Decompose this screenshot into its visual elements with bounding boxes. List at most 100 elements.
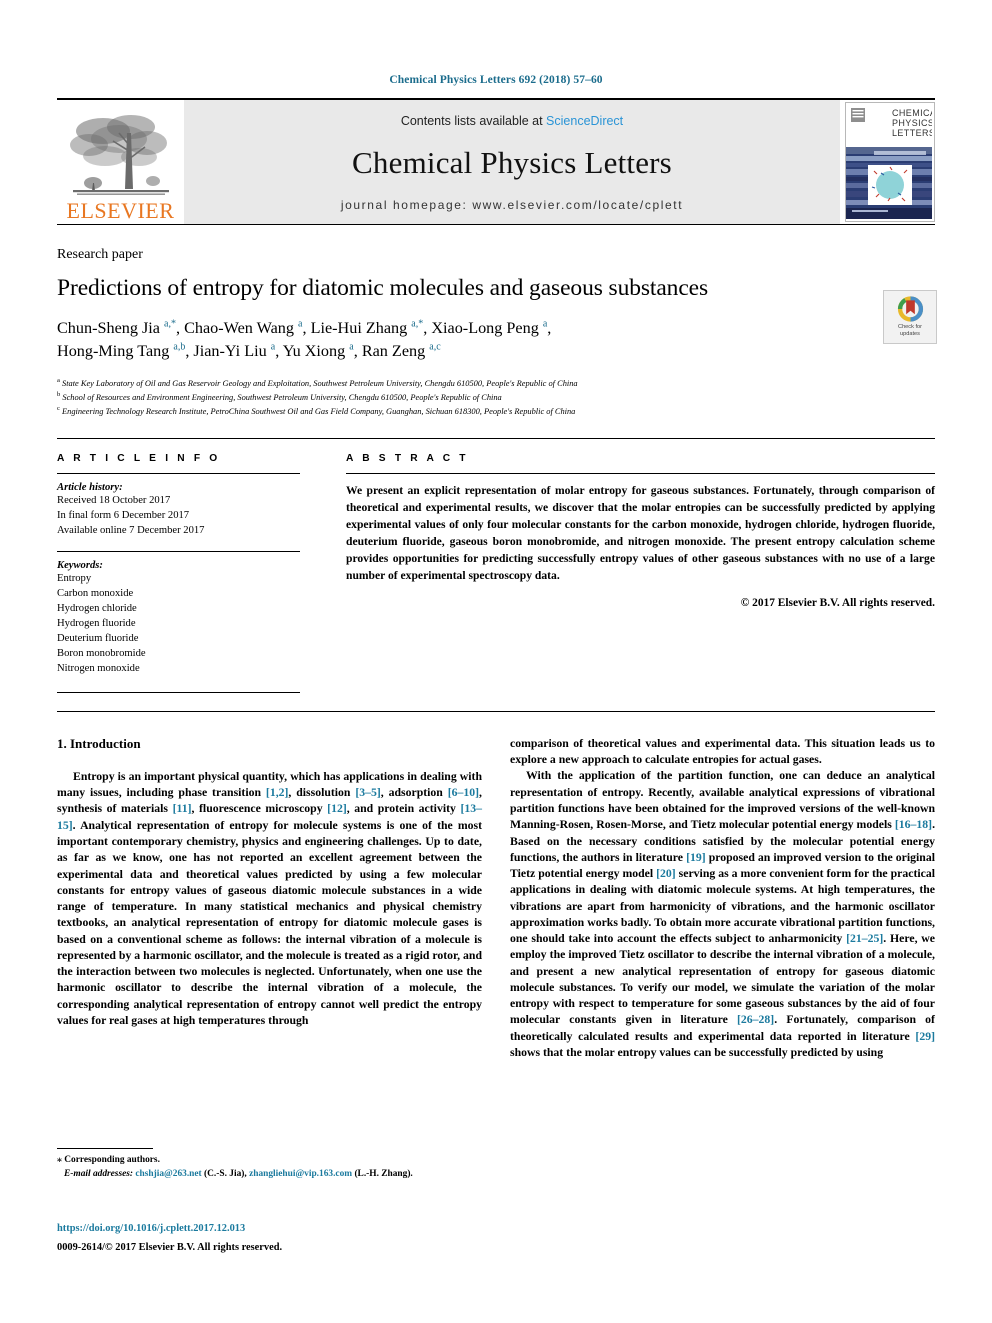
crossmark-label: Check for updates [898,324,922,338]
intro-paragraph-right-2: With the application of the partition fu… [510,769,935,1059]
author-affil-mark: a [349,341,354,353]
contents-available-line: Contents lists available at ScienceDirec… [401,114,623,128]
citation-link[interactable]: [12] [327,802,347,815]
article-info-heading: A R T I C L E I N F O [57,452,221,464]
author-affil-mark: a [270,341,276,353]
affiliation-mark-b: b [57,391,61,398]
author-affil-mark: a,* [411,318,424,330]
article-head-section: Research paper Predictions of entropy fo… [57,224,937,1061]
elsevier-wordmark: ELSEVIER [66,198,175,223]
journal-masthead: ELSEVIER Contents lists available at Sci… [57,98,935,224]
footnote-block: ⁎ Corresponding authors. E-mail addresse… [57,1148,492,1181]
crossmark-box[interactable]: Check for updates [883,290,937,344]
email-label: E-mail addresses: [64,1168,134,1179]
running-head: Chemical Physics Letters 692 (2018) 57–6… [389,74,603,86]
journal-cover-container: CHEMICAL PHYSICS LETTERS [840,100,935,224]
elsevier-tree-icon [69,115,169,195]
journal-cover-thumbnail: CHEMICAL PHYSICS LETTERS [845,102,935,222]
author-line-1: Chun-Sheng Jia a,*, Chao-Wen Wang a, Lie… [57,318,552,338]
journal-article-page: Chemical Physics Letters 692 (2018) 57–6… [0,0,992,1323]
author-affil-mark: a [542,318,548,330]
citation-link[interactable]: [11] [173,802,192,815]
affiliation-list: a State Key Laboratory of Oil and Gas Re… [57,376,869,417]
abstract-text: We present an explicit representation of… [346,483,935,582]
crossmark-label-line1: Check for [898,324,922,331]
affiliation-b: b School of Resources and Environment En… [57,390,869,404]
abstract-rule [346,472,935,474]
journal-title: Chemical Physics Letters [352,145,672,180]
keyword-item: Boron monobromide [57,647,146,659]
author-affil-mark: a [298,318,303,330]
keywords-label: Keywords: [57,559,103,571]
svg-text:LETTERS: LETTERS [892,128,932,138]
citation-link[interactable]: [1,2] [266,786,289,799]
affiliation-b-text: School of Resources and Environment Engi… [62,392,502,402]
keyword-item: Hydrogen fluoride [57,617,136,629]
journal-homepage-link[interactable]: journal homepage: www.elsevier.com/locat… [341,198,683,212]
keyword-item: Nitrogen monoxide [57,662,140,674]
corresponding-author-note: ⁎ Corresponding authors. [57,1155,160,1165]
article-history-label: Article history: [57,481,123,493]
email-link-1[interactable]: chshjia@263.net [135,1169,201,1179]
history-received: Received 18 October 2017 [57,494,171,506]
crossmark-label-line2: updates [900,331,920,337]
doi-block: https://doi.org/10.1016/j.cplett.2017.12… [57,1222,497,1255]
abstract-heading: A B S T R A C T [346,452,469,464]
contents-prefix-text: Contents lists available at [400,114,547,128]
author-affil-mark: a,b [173,341,186,353]
page-title: Predictions of entropy for diatomic mole… [57,275,709,301]
intro-paragraph-left: Entropy is an important physical quantit… [57,769,482,1027]
title-column: Predictions of entropy for diatomic mole… [57,274,883,418]
citation-link[interactable]: [13–15] [57,802,482,831]
crossmark-icon [897,296,923,322]
masthead-center-panel: Contents lists available at ScienceDirec… [184,100,840,224]
keyword-item: Carbon monoxide [57,587,134,599]
sciencedirect-link[interactable]: ScienceDirect [546,114,623,128]
citation-link[interactable]: [21–25] [846,932,883,945]
body-right-column: comparison of theoretical values and exp… [510,736,935,1061]
citation-link[interactable]: [6–10] [448,786,479,799]
email-addresses-note: E-mail addresses: chshjia@263.net (C.-S.… [64,1168,413,1179]
citation-link[interactable]: [29] [915,1030,935,1043]
body-top-rule [57,710,935,712]
keywords-rule [57,550,300,552]
keyword-item: Deuterium fluoride [57,632,139,644]
citation-link[interactable]: [3–5] [355,786,380,799]
author-affil-mark: a,c [429,341,441,353]
author-line-2: Hong-Ming Tang a,b, Jian-Yi Liu a, Yu Xi… [57,341,441,361]
citation-link[interactable]: [19] [686,851,706,864]
issn-copyright-line: 0009-2614/© 2017 Elsevier B.V. All right… [57,1241,283,1253]
info-abstract-section: A R T I C L E I N F O Article history: R… [57,437,935,693]
abstract-copyright: © 2017 Elsevier B.V. All rights reserved… [740,596,935,609]
affiliation-a: a State Key Laboratory of Oil and Gas Re… [57,376,869,390]
doi-link[interactable]: https://doi.org/10.1016/j.cplett.2017.12… [57,1222,497,1237]
citation-link[interactable]: [16–18] [895,818,932,831]
email-owner-2: (L.-H. Zhang). [354,1168,413,1179]
affiliation-c-text: Engineering Technology Research Institut… [62,406,576,416]
body-left-column: 1. Introduction Entropy is an important … [57,736,482,1061]
paper-type-label: Research paper [57,247,143,262]
body-columns: 1. Introduction Entropy is an important … [57,736,935,1061]
article-info-bottom-rule [57,691,300,693]
elsevier-logo: ELSEVIER [57,100,184,224]
email-link-2[interactable]: zhangliehui@vip.163.com [249,1169,352,1179]
crossmark-badge[interactable]: Check for updates [883,290,937,344]
affiliation-mark-c: c [57,404,60,412]
email-owner-1: (C.-S. Jia) [204,1168,245,1179]
intro-paragraph-right-1: comparison of theoretical values and exp… [510,736,935,767]
history-final-form: In final form 6 December 2017 [57,509,190,521]
svg-text:CHEMICAL: CHEMICAL [892,108,932,118]
keyword-item: Hydrogen chloride [57,602,137,614]
article-info-column: A R T I C L E I N F O Article history: R… [57,453,300,693]
affiliation-mark-a: a [57,377,60,385]
footnote-rule [57,1148,153,1149]
article-info-rule [57,472,300,474]
citation-link[interactable]: [20] [656,867,676,880]
citation-link[interactable]: [26–28] [737,1013,774,1026]
history-available-online: Available online 7 December 2017 [57,524,205,536]
abstract-column: A B S T R A C T We present an explicit r… [346,453,935,693]
author-affil-mark: a,* [164,318,176,330]
keyword-item: Entropy [57,572,92,584]
masthead-bottom-rule [57,224,935,225]
svg-text:PHYSICS: PHYSICS [892,118,932,128]
